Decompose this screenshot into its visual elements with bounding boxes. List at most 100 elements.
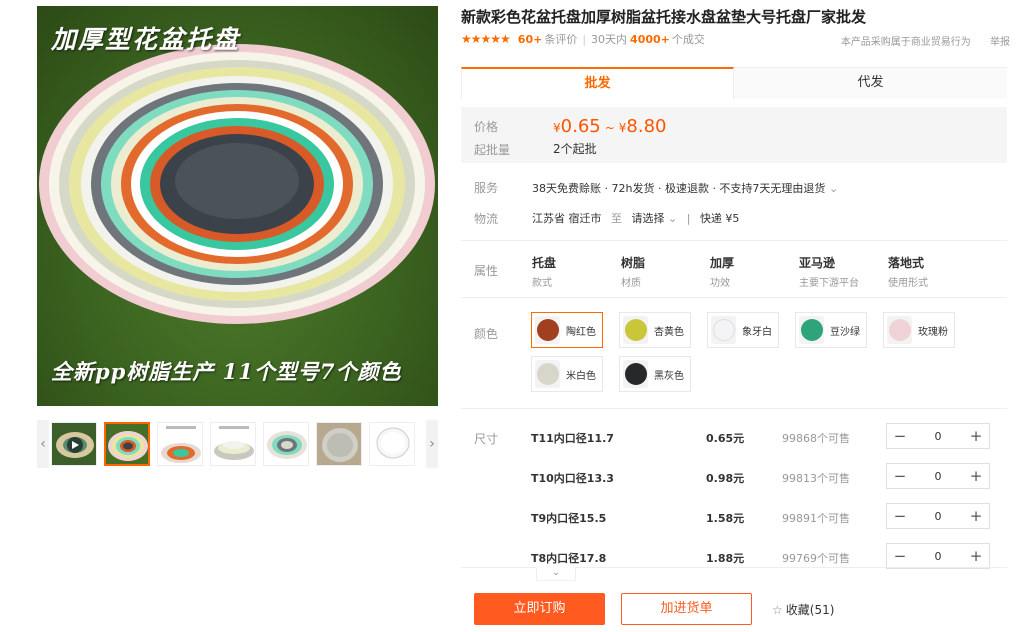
- color-option-off-white[interactable]: 米白色: [531, 356, 603, 392]
- favorite-button[interactable]: ☆ 收藏(51): [772, 601, 834, 618]
- quantity-stepper: − 0 +: [886, 543, 990, 569]
- rating-stars-icon: ★★★★★: [461, 32, 511, 46]
- expand-sizes-chevron-icon[interactable]: ⌄: [536, 567, 576, 581]
- service-label: 服务: [474, 181, 499, 195]
- sales-suffix: 个成交: [671, 33, 705, 46]
- size-name: T11内口径11.7: [531, 432, 614, 445]
- attribute-material: 树脂 材质: [621, 256, 646, 289]
- size-price: 1.58元: [706, 512, 745, 525]
- size-price: 1.88元: [706, 552, 745, 565]
- price-max: 8.80: [626, 116, 667, 137]
- quantity-input[interactable]: 0: [913, 550, 963, 563]
- attributes-label: 属性: [474, 264, 499, 278]
- sales-prefix: 30天内: [591, 33, 628, 46]
- decrease-button[interactable]: −: [887, 544, 913, 568]
- tab-dropship[interactable]: 代发: [734, 67, 1007, 99]
- thumbnail-1[interactable]: [104, 422, 150, 466]
- size-row: T11内口径11.7 0.65元 99868个可售 − 0 +: [461, 418, 1007, 458]
- quantity-input[interactable]: 0: [913, 430, 963, 443]
- attribute-platform: 亚马逊 主要下游平台: [799, 256, 859, 289]
- divider: [461, 297, 1007, 298]
- product-title: 新款彩色花盆托盘加厚树脂盆托接水盘盆垫大号托盘厂家批发: [461, 8, 867, 26]
- quantity-stepper: − 0 +: [886, 423, 990, 449]
- size-price: 0.98元: [706, 472, 745, 485]
- thumbnail-2[interactable]: [157, 422, 203, 466]
- service-text[interactable]: 38天免费赊账 · 72h发货 · 极速退款 · 不支持7天无理由退货 ⌄: [532, 180, 838, 196]
- size-stock: 99769个可售: [782, 552, 850, 565]
- color-swatch: [712, 319, 735, 341]
- logistics-row: 江苏省 宿迁市 至 请选择 ⌄ | 快递 ¥5: [532, 212, 740, 225]
- increase-button[interactable]: +: [963, 464, 989, 488]
- size-stock: 99813个可售: [782, 472, 850, 485]
- color-option-ivory[interactable]: 象牙白: [707, 312, 779, 348]
- price-label: 价格: [474, 120, 499, 134]
- attribute-style: 托盘 款式: [532, 256, 557, 289]
- product-detail-page: 加厚型花盆托盘 全新pp树脂生产 11个型号7个颜色 ‹ › 新款彩色花盆托盘加…: [0, 0, 1024, 632]
- size-name: T10内口径13.3: [531, 472, 614, 485]
- tab-wholesale[interactable]: 批发: [461, 67, 734, 99]
- color-option-bean-green[interactable]: 豆沙绿: [795, 312, 867, 348]
- sales-count: 4000+: [630, 32, 670, 46]
- shipping-fee: 快递 ¥5: [699, 212, 740, 225]
- price-range: ¥0.65 ~ ¥8.80: [553, 116, 667, 137]
- review-count[interactable]: 60+: [518, 33, 543, 46]
- review-label[interactable]: 条评价: [544, 31, 577, 47]
- image-overlay-title: 加厚型花盆托盘: [51, 25, 241, 54]
- thumbnail-3[interactable]: [210, 422, 256, 466]
- increase-button[interactable]: +: [963, 504, 989, 528]
- logistics-label: 物流: [474, 212, 499, 226]
- report-link[interactable]: 举报: [990, 37, 1010, 48]
- purchase-mode-tabs: 批发 代发: [461, 67, 1007, 99]
- color-swatch: [624, 363, 647, 385]
- decrease-button[interactable]: −: [887, 464, 913, 488]
- moq-label: 起批量: [474, 143, 511, 157]
- add-to-cart-button[interactable]: 加进货单: [621, 593, 752, 625]
- order-now-button[interactable]: 立即订购: [474, 593, 605, 625]
- price-box: 价格 ¥0.65 ~ ¥8.80 起批量 2个起批: [461, 107, 1007, 163]
- color-option-dark-gray[interactable]: 黑灰色: [619, 356, 691, 392]
- size-row: T9内口径15.5 1.58元 99891个可售 − 0 +: [461, 498, 1007, 538]
- color-label: 颜色: [474, 327, 499, 341]
- service-chevron-icon[interactable]: ⌄: [829, 182, 838, 195]
- thumbnail-video[interactable]: [51, 422, 97, 466]
- size-stock: 99891个可售: [782, 512, 850, 525]
- size-price: 0.65元: [706, 432, 745, 445]
- thumbnail-4[interactable]: [263, 422, 309, 466]
- trade-notice: 本产品采购属于商业贸易行为: [840, 37, 971, 48]
- thumbnail-strip: ‹ ›: [37, 420, 438, 468]
- destination-chevron-icon[interactable]: ⌄: [668, 212, 677, 225]
- thumbnail-prev-arrow[interactable]: ‹: [37, 420, 49, 468]
- image-overlay-caption: 全新pp树脂生产 11个型号7个颜色: [51, 359, 402, 384]
- quantity-input[interactable]: 0: [913, 470, 963, 483]
- color-option-rose-pink[interactable]: 玫瑰粉: [883, 312, 955, 348]
- thumbnail-next-arrow[interactable]: ›: [426, 420, 438, 468]
- increase-button[interactable]: +: [963, 544, 989, 568]
- increase-button[interactable]: +: [963, 424, 989, 448]
- thumbnail-5[interactable]: [316, 422, 362, 466]
- color-option-terracotta[interactable]: 陶红色: [531, 312, 603, 348]
- attribute-effect: 加厚 功效: [710, 256, 735, 289]
- color-swatch: [624, 319, 647, 341]
- color-swatch: [536, 363, 559, 385]
- thumbnail-6[interactable]: [369, 422, 415, 466]
- divider: [461, 408, 1007, 409]
- color-swatch: [800, 319, 823, 341]
- quantity-input[interactable]: 0: [913, 510, 963, 523]
- price-min: 0.65: [560, 116, 601, 137]
- stacked-trays-illustration: [39, 44, 435, 324]
- rating-row: ★★★★★ 60+ 条评价 | 30天内 4000+ 个成交: [461, 31, 705, 47]
- decrease-button[interactable]: −: [887, 504, 913, 528]
- destination-select[interactable]: 请选择: [632, 212, 665, 225]
- color-option-apricot[interactable]: 杏黄色: [619, 312, 691, 348]
- size-row: T10内口径13.3 0.98元 99813个可售 − 0 +: [461, 458, 1007, 498]
- quantity-stepper: − 0 +: [886, 503, 990, 529]
- notice-row: 本产品采购属于商业贸易行为 举报: [841, 33, 1010, 48]
- color-swatch: [536, 319, 559, 341]
- color-swatch: [888, 319, 911, 341]
- favorite-label: 收藏(51): [785, 603, 835, 617]
- size-stock: 99868个可售: [782, 432, 850, 445]
- size-name: T8内口径17.8: [531, 552, 607, 565]
- star-outline-icon: ☆: [772, 603, 783, 617]
- decrease-button[interactable]: −: [887, 424, 913, 448]
- main-product-image: 加厚型花盆托盘 全新pp树脂生产 11个型号7个颜色: [37, 6, 438, 406]
